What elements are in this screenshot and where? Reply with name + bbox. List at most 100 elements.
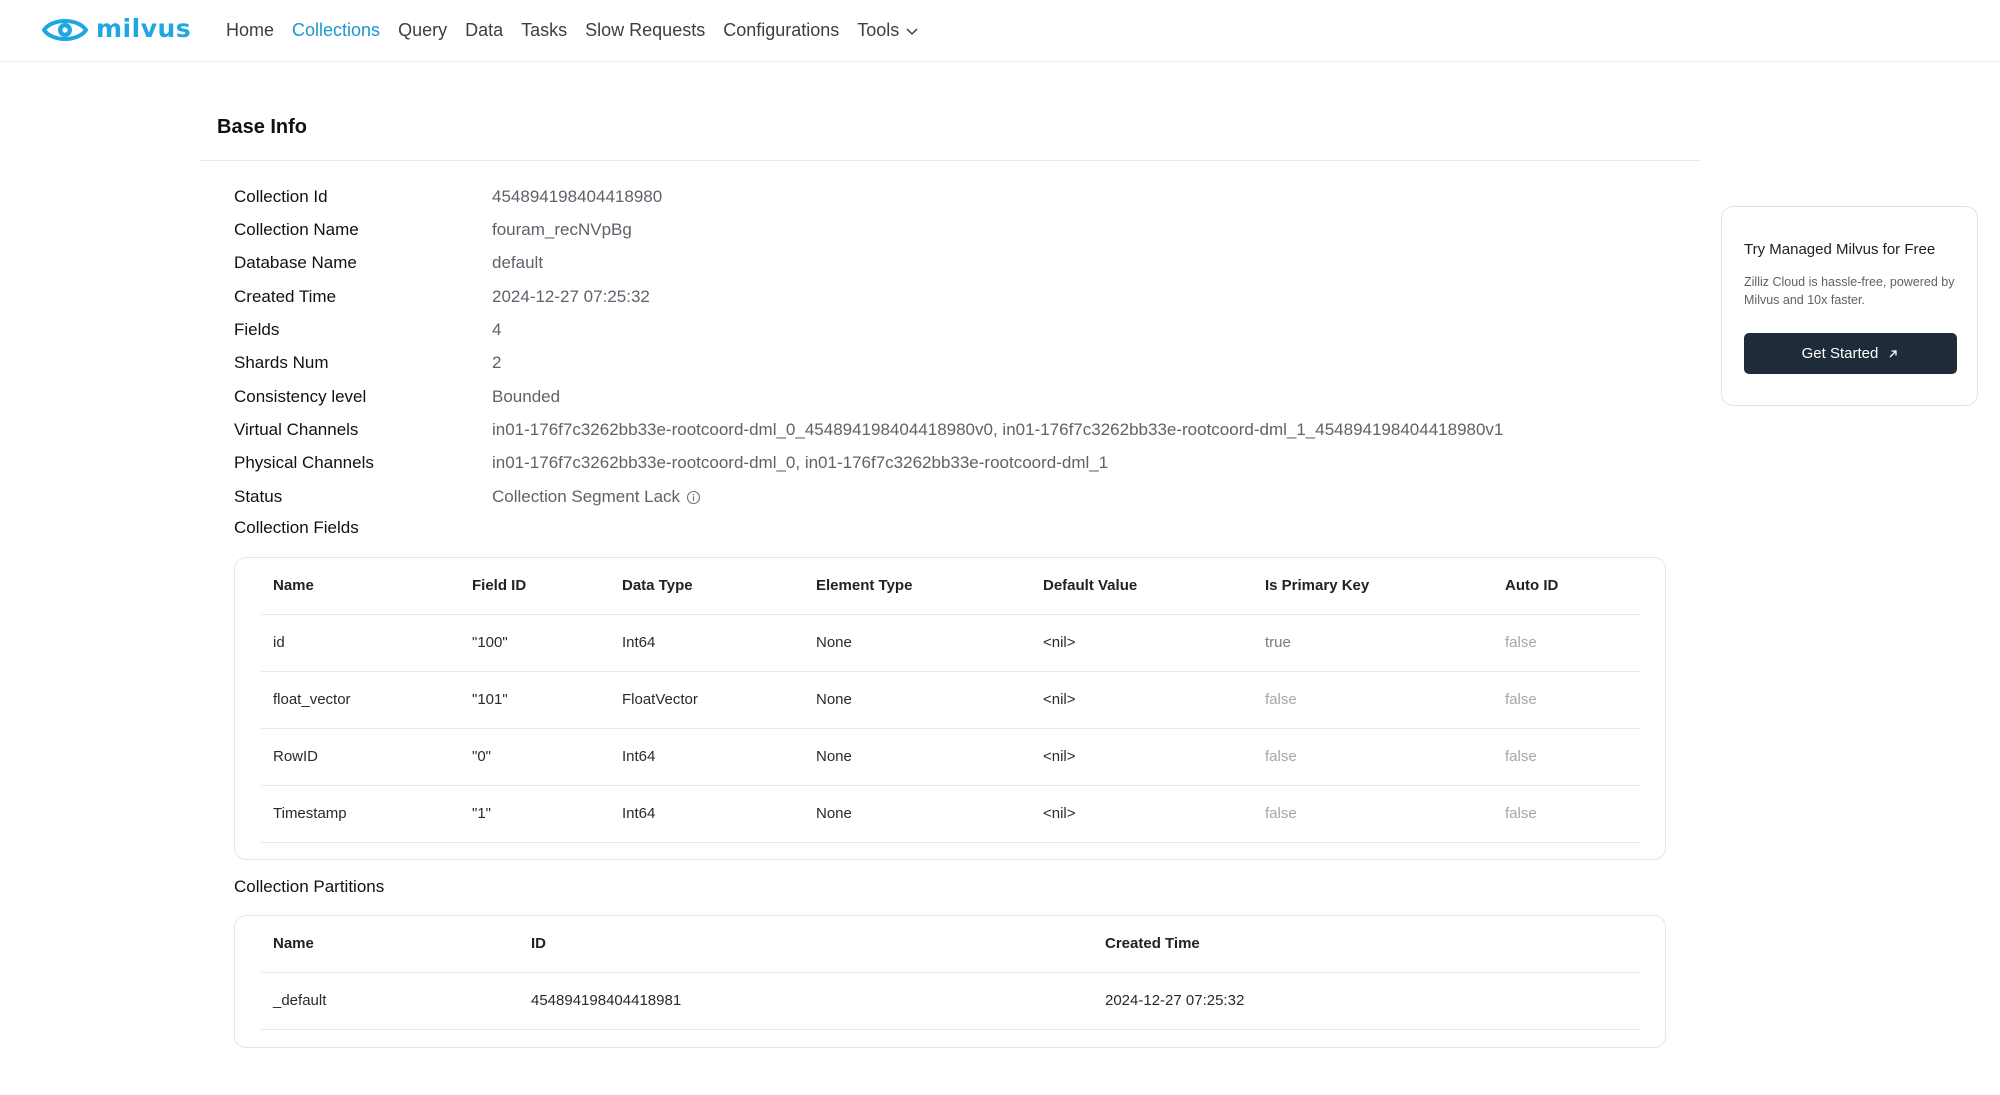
column-header: Name bbox=[273, 577, 314, 594]
info-label: Virtual Channels bbox=[234, 420, 359, 439]
brand-name: milvus bbox=[96, 13, 192, 43]
table-cell: None bbox=[816, 691, 852, 708]
nav-tools-label: Tools bbox=[857, 20, 900, 40]
table-cell: "1" bbox=[472, 805, 491, 822]
info-value: in01-176f7c3262bb33e-rootcoord-dml_0_454… bbox=[492, 420, 1504, 439]
chevron-down-icon bbox=[906, 27, 918, 35]
table-cell: <nil> bbox=[1043, 634, 1076, 651]
info-row-fields: Fields 4 bbox=[234, 318, 501, 342]
nav-home[interactable]: Home bbox=[226, 20, 274, 41]
table-row: Timestamp "1" Int64 None <nil> false fal… bbox=[261, 786, 1641, 843]
column-header: Data Type bbox=[622, 577, 693, 594]
table-cell: FloatVector bbox=[622, 691, 698, 708]
managed-milvus-promo-card: Try Managed Milvus for Free Zilliz Cloud… bbox=[1721, 206, 1978, 406]
table-cell: true bbox=[1265, 634, 1291, 651]
promo-title: Try Managed Milvus for Free bbox=[1744, 241, 1936, 258]
info-label: Fields bbox=[234, 320, 280, 339]
table-header-row: Name ID Created Time bbox=[261, 916, 1641, 973]
main-nav: Home Collections Query Data Tasks Slow R… bbox=[226, 20, 937, 41]
table-header-row: Name Field ID Data Type Element Type Def… bbox=[261, 558, 1641, 615]
nav-data[interactable]: Data bbox=[465, 20, 503, 41]
column-header: Is Primary Key bbox=[1265, 577, 1370, 594]
table-cell: Int64 bbox=[622, 634, 656, 651]
info-row-physical-channels: Physical Channels in01-176f7c3262bb33e-r… bbox=[234, 451, 1108, 475]
nav-tasks[interactable]: Tasks bbox=[521, 20, 567, 41]
info-value: 2024-12-27 07:25:32 bbox=[492, 287, 650, 306]
info-row-collection-id: Collection Id 454894198404418980 bbox=[234, 185, 662, 209]
table-row: float_vector "101" FloatVector None <nil… bbox=[261, 672, 1641, 729]
nav-slow-requests[interactable]: Slow Requests bbox=[585, 20, 705, 41]
table-cell: None bbox=[816, 634, 852, 651]
table-cell: 454894198404418981 bbox=[531, 992, 682, 1009]
table-cell: false bbox=[1265, 691, 1297, 708]
promo-description: Zilliz Cloud is hassle-free, powered by … bbox=[1744, 275, 1955, 307]
base-info-title: Base Info bbox=[217, 116, 308, 138]
nav-query[interactable]: Query bbox=[398, 20, 447, 41]
table-cell: false bbox=[1505, 748, 1537, 765]
info-row-consistency-level: Consistency level Bounded bbox=[234, 385, 560, 409]
column-header: Created Time bbox=[1105, 935, 1200, 952]
table-cell: Int64 bbox=[622, 748, 656, 765]
info-label: Collection Name bbox=[234, 220, 359, 239]
info-value: 2 bbox=[492, 353, 502, 372]
table-cell: RowID bbox=[273, 748, 319, 765]
table-cell: false bbox=[1505, 691, 1537, 708]
table-row: _default 454894198404418981 2024-12-27 0… bbox=[261, 973, 1641, 1030]
table-cell: <nil> bbox=[1043, 748, 1076, 765]
info-value: 4 bbox=[492, 320, 502, 339]
info-label: Shards Num bbox=[234, 353, 329, 372]
column-header: Field ID bbox=[472, 577, 527, 594]
info-value: in01-176f7c3262bb33e-rootcoord-dml_0, in… bbox=[492, 453, 1109, 472]
collection-partitions-title: Collection Partitions bbox=[234, 877, 385, 896]
table-cell: Timestamp bbox=[273, 805, 347, 822]
milvus-eye-icon bbox=[42, 19, 88, 41]
info-row-status: Status Collection Segment Lack bbox=[234, 485, 701, 509]
column-header: Element Type bbox=[816, 577, 913, 594]
table-cell: Int64 bbox=[622, 805, 656, 822]
nav-tools-dropdown[interactable]: Tools bbox=[857, 20, 919, 41]
info-label: Database Name bbox=[234, 253, 357, 272]
table-cell: "100" bbox=[472, 634, 508, 651]
info-label: Collection Id bbox=[234, 187, 328, 206]
table-cell: <nil> bbox=[1043, 805, 1076, 822]
top-navigation-bar: milvus Home Collections Query Data Tasks… bbox=[0, 0, 2000, 62]
table-cell: false bbox=[1505, 805, 1537, 822]
table-cell: "0" bbox=[472, 748, 491, 765]
info-row-created-time: Created Time 2024-12-27 07:25:32 bbox=[234, 285, 650, 309]
table-cell: None bbox=[816, 748, 852, 765]
nav-configurations[interactable]: Configurations bbox=[723, 20, 839, 41]
info-label: Status bbox=[234, 487, 283, 506]
milvus-logo[interactable]: milvus bbox=[42, 12, 191, 48]
info-row-virtual-channels: Virtual Channels in01-176f7c3262bb33e-ro… bbox=[234, 418, 1503, 442]
collection-fields-title: Collection Fields bbox=[234, 518, 359, 537]
table-cell: _default bbox=[273, 992, 327, 1009]
info-value: 454894198404418980 bbox=[492, 187, 663, 206]
info-value: Bounded bbox=[492, 387, 561, 406]
table-cell: <nil> bbox=[1043, 691, 1076, 708]
table-row: RowID "0" Int64 None <nil> false false bbox=[261, 729, 1641, 786]
table-cell: float_vector bbox=[273, 691, 351, 708]
table-cell: false bbox=[1505, 634, 1537, 651]
section-divider bbox=[200, 160, 1700, 161]
get-started-label: Get Started bbox=[1801, 345, 1879, 362]
table-row: id "100" Int64 None <nil> true false bbox=[261, 615, 1641, 672]
column-header: Default Value bbox=[1043, 577, 1138, 594]
info-circle-icon[interactable] bbox=[686, 490, 701, 505]
info-label: Consistency level bbox=[234, 387, 367, 406]
info-row-collection-name: Collection Name fouram_recNVpBg bbox=[234, 218, 632, 242]
get-started-button[interactable]: Get Started bbox=[1744, 333, 1957, 374]
info-label: Physical Channels bbox=[234, 453, 374, 472]
table-cell: "101" bbox=[472, 691, 508, 708]
nav-collections[interactable]: Collections bbox=[292, 20, 380, 41]
status-value: Collection Segment Lack bbox=[492, 487, 701, 507]
info-value: default bbox=[492, 253, 544, 272]
info-row-shards-num: Shards Num 2 bbox=[234, 351, 501, 375]
info-row-database-name: Database Name default bbox=[234, 251, 543, 275]
column-header: Name bbox=[273, 935, 314, 952]
collection-fields-table: Name Field ID Data Type Element Type Def… bbox=[234, 557, 1666, 860]
table-cell: None bbox=[816, 805, 852, 822]
table-cell: false bbox=[1265, 805, 1297, 822]
external-arrow-icon bbox=[1889, 349, 1898, 357]
collection-partitions-table: Name ID Created Time _default 4548941984… bbox=[234, 915, 1666, 1048]
info-label: Created Time bbox=[234, 287, 337, 306]
